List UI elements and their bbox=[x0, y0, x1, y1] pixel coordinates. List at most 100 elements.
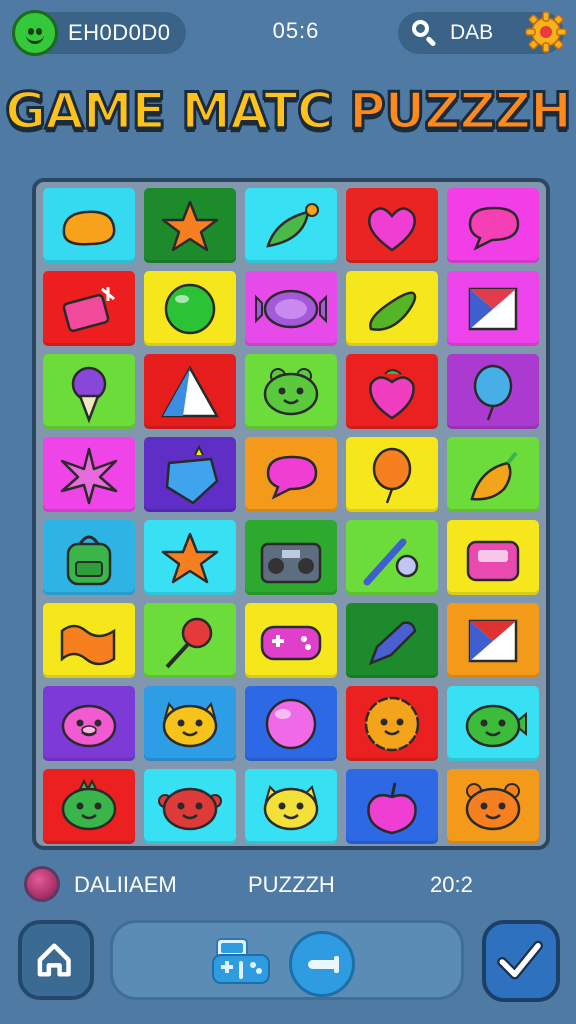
balloon-icon bbox=[473, 364, 513, 420]
status-score: 20:2 bbox=[430, 872, 473, 897]
board-tile[interactable] bbox=[245, 603, 337, 678]
star-icon bbox=[161, 200, 219, 251]
heart-icon bbox=[368, 206, 416, 252]
backpack-icon bbox=[66, 535, 112, 585]
speech-bubble-icon bbox=[468, 206, 520, 251]
pickle-icon bbox=[369, 291, 417, 331]
board-tile[interactable] bbox=[43, 686, 135, 761]
search-icon[interactable] bbox=[406, 15, 442, 51]
frog-face-icon bbox=[263, 367, 319, 415]
board-tile[interactable] bbox=[447, 520, 539, 595]
flag-icon bbox=[468, 287, 518, 330]
ice-cream-icon bbox=[71, 366, 107, 424]
board-tile[interactable] bbox=[43, 271, 135, 346]
board-tile[interactable] bbox=[245, 686, 337, 761]
title-main: GAME MATC bbox=[4, 81, 335, 142]
robot-face-icon bbox=[466, 540, 520, 581]
bear-face-icon bbox=[465, 782, 521, 830]
board-tile[interactable] bbox=[346, 437, 438, 512]
dino-face-icon bbox=[61, 778, 117, 830]
board-tile[interactable] bbox=[245, 188, 337, 263]
board-tile[interactable] bbox=[144, 188, 236, 263]
board-tile[interactable] bbox=[245, 437, 337, 512]
board-tile[interactable] bbox=[346, 603, 438, 678]
bubble-icon bbox=[164, 283, 216, 334]
board-tile[interactable] bbox=[245, 271, 337, 346]
play-button[interactable] bbox=[289, 931, 355, 997]
confirm-button[interactable] bbox=[482, 920, 560, 1002]
status-mid-label: PUZZZH bbox=[248, 872, 335, 897]
gem-icon bbox=[165, 444, 219, 505]
puzzle-board bbox=[32, 178, 550, 850]
candy-icon bbox=[255, 289, 327, 328]
apple-icon bbox=[367, 782, 417, 834]
board-tile[interactable] bbox=[144, 603, 236, 678]
board-tile[interactable] bbox=[447, 437, 539, 512]
blob-icon bbox=[62, 210, 116, 246]
board-tile[interactable] bbox=[144, 686, 236, 761]
fish-face-icon bbox=[465, 704, 527, 747]
gamepad-icon bbox=[260, 625, 322, 660]
center-action-panel bbox=[110, 920, 464, 1000]
board-tile[interactable] bbox=[43, 188, 135, 263]
board-tile[interactable] bbox=[346, 520, 438, 595]
orb-icon bbox=[265, 698, 317, 749]
board-tile[interactable] bbox=[43, 354, 135, 429]
board-tile[interactable] bbox=[144, 769, 236, 844]
boombox-icon bbox=[260, 542, 322, 583]
game-title: GAME MATC PUZZZH bbox=[0, 81, 576, 142]
home-icon bbox=[37, 943, 71, 977]
home-button[interactable] bbox=[18, 920, 94, 1000]
star-icon bbox=[161, 532, 219, 583]
lollipop-icon bbox=[165, 617, 213, 668]
board-tile[interactable] bbox=[447, 769, 539, 844]
title-accent: PUZZZH bbox=[348, 81, 574, 142]
tile-grid bbox=[43, 188, 539, 844]
flower-face-icon bbox=[364, 696, 420, 751]
board-tile[interactable] bbox=[447, 686, 539, 761]
flag-icon bbox=[468, 619, 518, 662]
board-tile[interactable] bbox=[144, 520, 236, 595]
search-pill[interactable]: DAB bbox=[398, 11, 567, 54]
wave-icon bbox=[60, 624, 116, 665]
board-tile[interactable] bbox=[346, 188, 438, 263]
gear-settings-icon[interactable] bbox=[524, 10, 568, 54]
board-tile[interactable] bbox=[346, 271, 438, 346]
board-tile[interactable] bbox=[346, 769, 438, 844]
player-name: EH0D0D0 bbox=[68, 20, 171, 45]
wand-icon bbox=[363, 538, 419, 585]
board-tile[interactable] bbox=[447, 603, 539, 678]
board-tile[interactable] bbox=[144, 271, 236, 346]
search-pill-label: DAB bbox=[450, 21, 494, 44]
board-tile[interactable] bbox=[43, 520, 135, 595]
berry-icon bbox=[369, 368, 415, 419]
board-tile[interactable] bbox=[144, 354, 236, 429]
pink-gem-icon bbox=[24, 866, 60, 902]
board-tile[interactable] bbox=[245, 769, 337, 844]
pig-face-icon bbox=[61, 704, 117, 747]
board-tile[interactable] bbox=[144, 437, 236, 512]
board-tile[interactable] bbox=[346, 354, 438, 429]
board-tile[interactable] bbox=[447, 188, 539, 263]
player-profile-pill[interactable]: EH0D0D0 bbox=[12, 10, 186, 56]
check-icon bbox=[497, 940, 543, 980]
fox-face-icon bbox=[162, 701, 218, 747]
board-tile[interactable] bbox=[447, 354, 539, 429]
board-tile[interactable] bbox=[43, 437, 135, 512]
pyramid-icon bbox=[160, 364, 220, 417]
board-tile[interactable] bbox=[43, 769, 135, 844]
crayon-icon bbox=[368, 620, 417, 665]
starburst-icon bbox=[60, 447, 118, 504]
controller-icon[interactable] bbox=[209, 935, 273, 989]
board-tile[interactable] bbox=[245, 520, 337, 595]
smiley-avatar-icon[interactable] bbox=[12, 10, 58, 56]
board-tile[interactable] bbox=[346, 686, 438, 761]
cat-face-icon bbox=[263, 784, 319, 830]
game-timer: 05:6 bbox=[272, 18, 320, 43]
board-tile[interactable] bbox=[43, 603, 135, 678]
board-tile[interactable] bbox=[447, 271, 539, 346]
speech-bubble-icon bbox=[266, 455, 318, 500]
gift-tag-icon bbox=[62, 286, 115, 332]
board-tile[interactable] bbox=[245, 354, 337, 429]
crab-face-icon bbox=[158, 787, 222, 830]
